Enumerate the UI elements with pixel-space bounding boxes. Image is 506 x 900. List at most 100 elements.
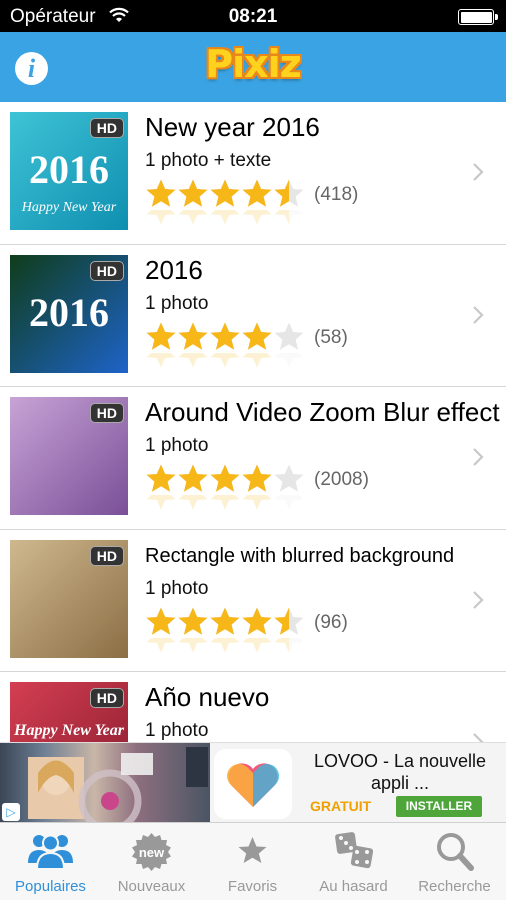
star-icon — [274, 322, 304, 350]
list-item[interactable]: 2016 HD 2016 1 photo (58) — [0, 245, 506, 387]
install-button[interactable]: INSTALLER — [396, 796, 482, 817]
chevron-right-icon — [473, 448, 484, 466]
dice-icon — [335, 832, 374, 869]
tab-label: Nouveaux — [117, 878, 186, 895]
star-icon — [210, 352, 240, 367]
tab-label: Favoris — [227, 878, 278, 895]
star-icon — [178, 495, 208, 510]
star-icon — [146, 495, 176, 510]
ad-banner[interactable]: ▷ LOVOO - La nouvelle appli ... GRATUIT … — [0, 742, 506, 823]
effect-title: Rectangle with blurred background — [145, 544, 455, 567]
star-icon — [274, 179, 304, 207]
tab-recherche[interactable]: Recherche — [404, 823, 505, 900]
effect-subtitle: 1 photo + texte — [145, 150, 272, 171]
rating-reflection — [145, 637, 305, 654]
star-icon — [242, 179, 272, 207]
star-icon — [274, 210, 304, 225]
star-icon — [178, 179, 208, 207]
effect-title: Around Video Zoom Blur effect — [145, 397, 500, 427]
effect-thumbnail: HD — [10, 397, 128, 515]
star-icon — [210, 637, 240, 652]
star-icon — [210, 607, 240, 635]
rating-reflection — [145, 495, 305, 511]
lovoo-logo — [214, 749, 292, 819]
ad-price: GRATUIT — [310, 798, 372, 814]
star-icon — [146, 210, 176, 225]
rating-count: (418) — [314, 184, 359, 205]
list-item[interactable]: 2016 Happy New Year HD New year 2016 1 photo… — [0, 102, 506, 245]
star-icon — [210, 495, 240, 510]
star-icon — [274, 637, 304, 652]
rating-stars — [145, 321, 305, 367]
thumbnail-caption: Happy New Year — [21, 200, 117, 215]
hd-badge: HD — [89, 118, 124, 138]
star-icon — [242, 495, 272, 510]
thumbnail-text: 2016 — [29, 147, 109, 192]
list-item[interactable]: Happy New Year HD Año nuevo 1 photo — [0, 672, 506, 742]
effect-thumbnail: 2016 HD — [10, 254, 128, 373]
tab-label: Au hasard — [319, 878, 388, 895]
star-icon — [274, 495, 304, 510]
rating-count: (96) — [314, 611, 348, 633]
rating-stars — [145, 463, 305, 510]
star-icon — [210, 179, 240, 207]
tab-label: Recherche — [418, 878, 491, 895]
star-icon — [178, 464, 208, 492]
hd-badge: HD — [89, 688, 124, 708]
rating-reflection — [145, 352, 305, 369]
effect-subtitle: 1 photo — [145, 720, 209, 741]
effect-title: 2016 — [145, 254, 203, 285]
star-icon — [146, 607, 176, 635]
tab-populaires[interactable]: Populaires — [0, 823, 101, 900]
battery-icon — [458, 9, 498, 25]
chevron-right-icon — [473, 590, 484, 609]
effects-list: 2016 Happy New Year HD New year 2016 1 photo… — [0, 102, 506, 742]
thumbnail-text: 2016 — [29, 289, 109, 335]
star-icon — [178, 322, 208, 350]
star-icon — [146, 352, 176, 367]
clock: 08:21 — [228, 6, 278, 27]
star-icon — [274, 352, 304, 367]
rating-count: (2008) — [314, 469, 369, 490]
rating-stars — [145, 606, 305, 652]
effect-thumbnail: 2016 Happy New Year HD — [10, 112, 128, 230]
star-icon — [178, 637, 208, 652]
chevron-right-icon — [473, 163, 484, 181]
new-badge-icon: new — [132, 833, 171, 871]
star-icon — [242, 322, 272, 350]
star-icon — [242, 352, 272, 367]
effect-subtitle: 1 photo — [145, 292, 209, 314]
thumbnail-text: Happy New Year — [14, 722, 124, 739]
app-logo: Pixiz — [205, 42, 302, 86]
star-icon — [274, 464, 304, 492]
tab-favoris[interactable]: Favoris — [202, 823, 303, 900]
star-icon — [238, 837, 267, 863]
star-icon — [242, 464, 272, 492]
rating-stars — [145, 178, 305, 225]
star-icon — [146, 464, 176, 492]
star-icon — [242, 607, 272, 635]
effect-thumbnail: HD — [10, 539, 128, 658]
play-store-icon[interactable]: ▷ — [2, 803, 20, 821]
search-icon — [437, 833, 474, 871]
effect-title: Año nuevo — [145, 682, 270, 712]
list-item[interactable]: HD Rectangle with blurred background 1 pho… — [0, 530, 506, 672]
ad-title[interactable]: LOVOO - La nouvelle appli ... — [300, 750, 500, 794]
list-item[interactable]: HD Around Video Zoom Blur effect 1 photo (2… — [0, 387, 506, 530]
star-icon — [210, 322, 240, 350]
tab-label: Populaires — [15, 878, 86, 895]
effect-thumbnail: Happy New Year HD — [10, 682, 128, 742]
star-icon — [146, 179, 176, 207]
star-icon — [178, 352, 208, 367]
tab-nouveaux[interactable]: new Nouveaux — [101, 823, 202, 900]
chevron-right-icon — [473, 733, 484, 742]
effect-subtitle: 1 photo — [145, 577, 209, 599]
star-icon — [210, 464, 240, 492]
app-header: i Pixiz — [0, 32, 506, 102]
hd-badge: HD — [89, 403, 124, 423]
chevron-right-icon — [473, 305, 484, 324]
tab-au-hasard[interactable]: Au hasard — [303, 823, 404, 900]
effect-subtitle: 1 photo — [145, 435, 209, 456]
tab-bar: Populaires new Nouveaux Favoris Au hasar… — [0, 822, 506, 900]
star-icon — [146, 637, 176, 652]
